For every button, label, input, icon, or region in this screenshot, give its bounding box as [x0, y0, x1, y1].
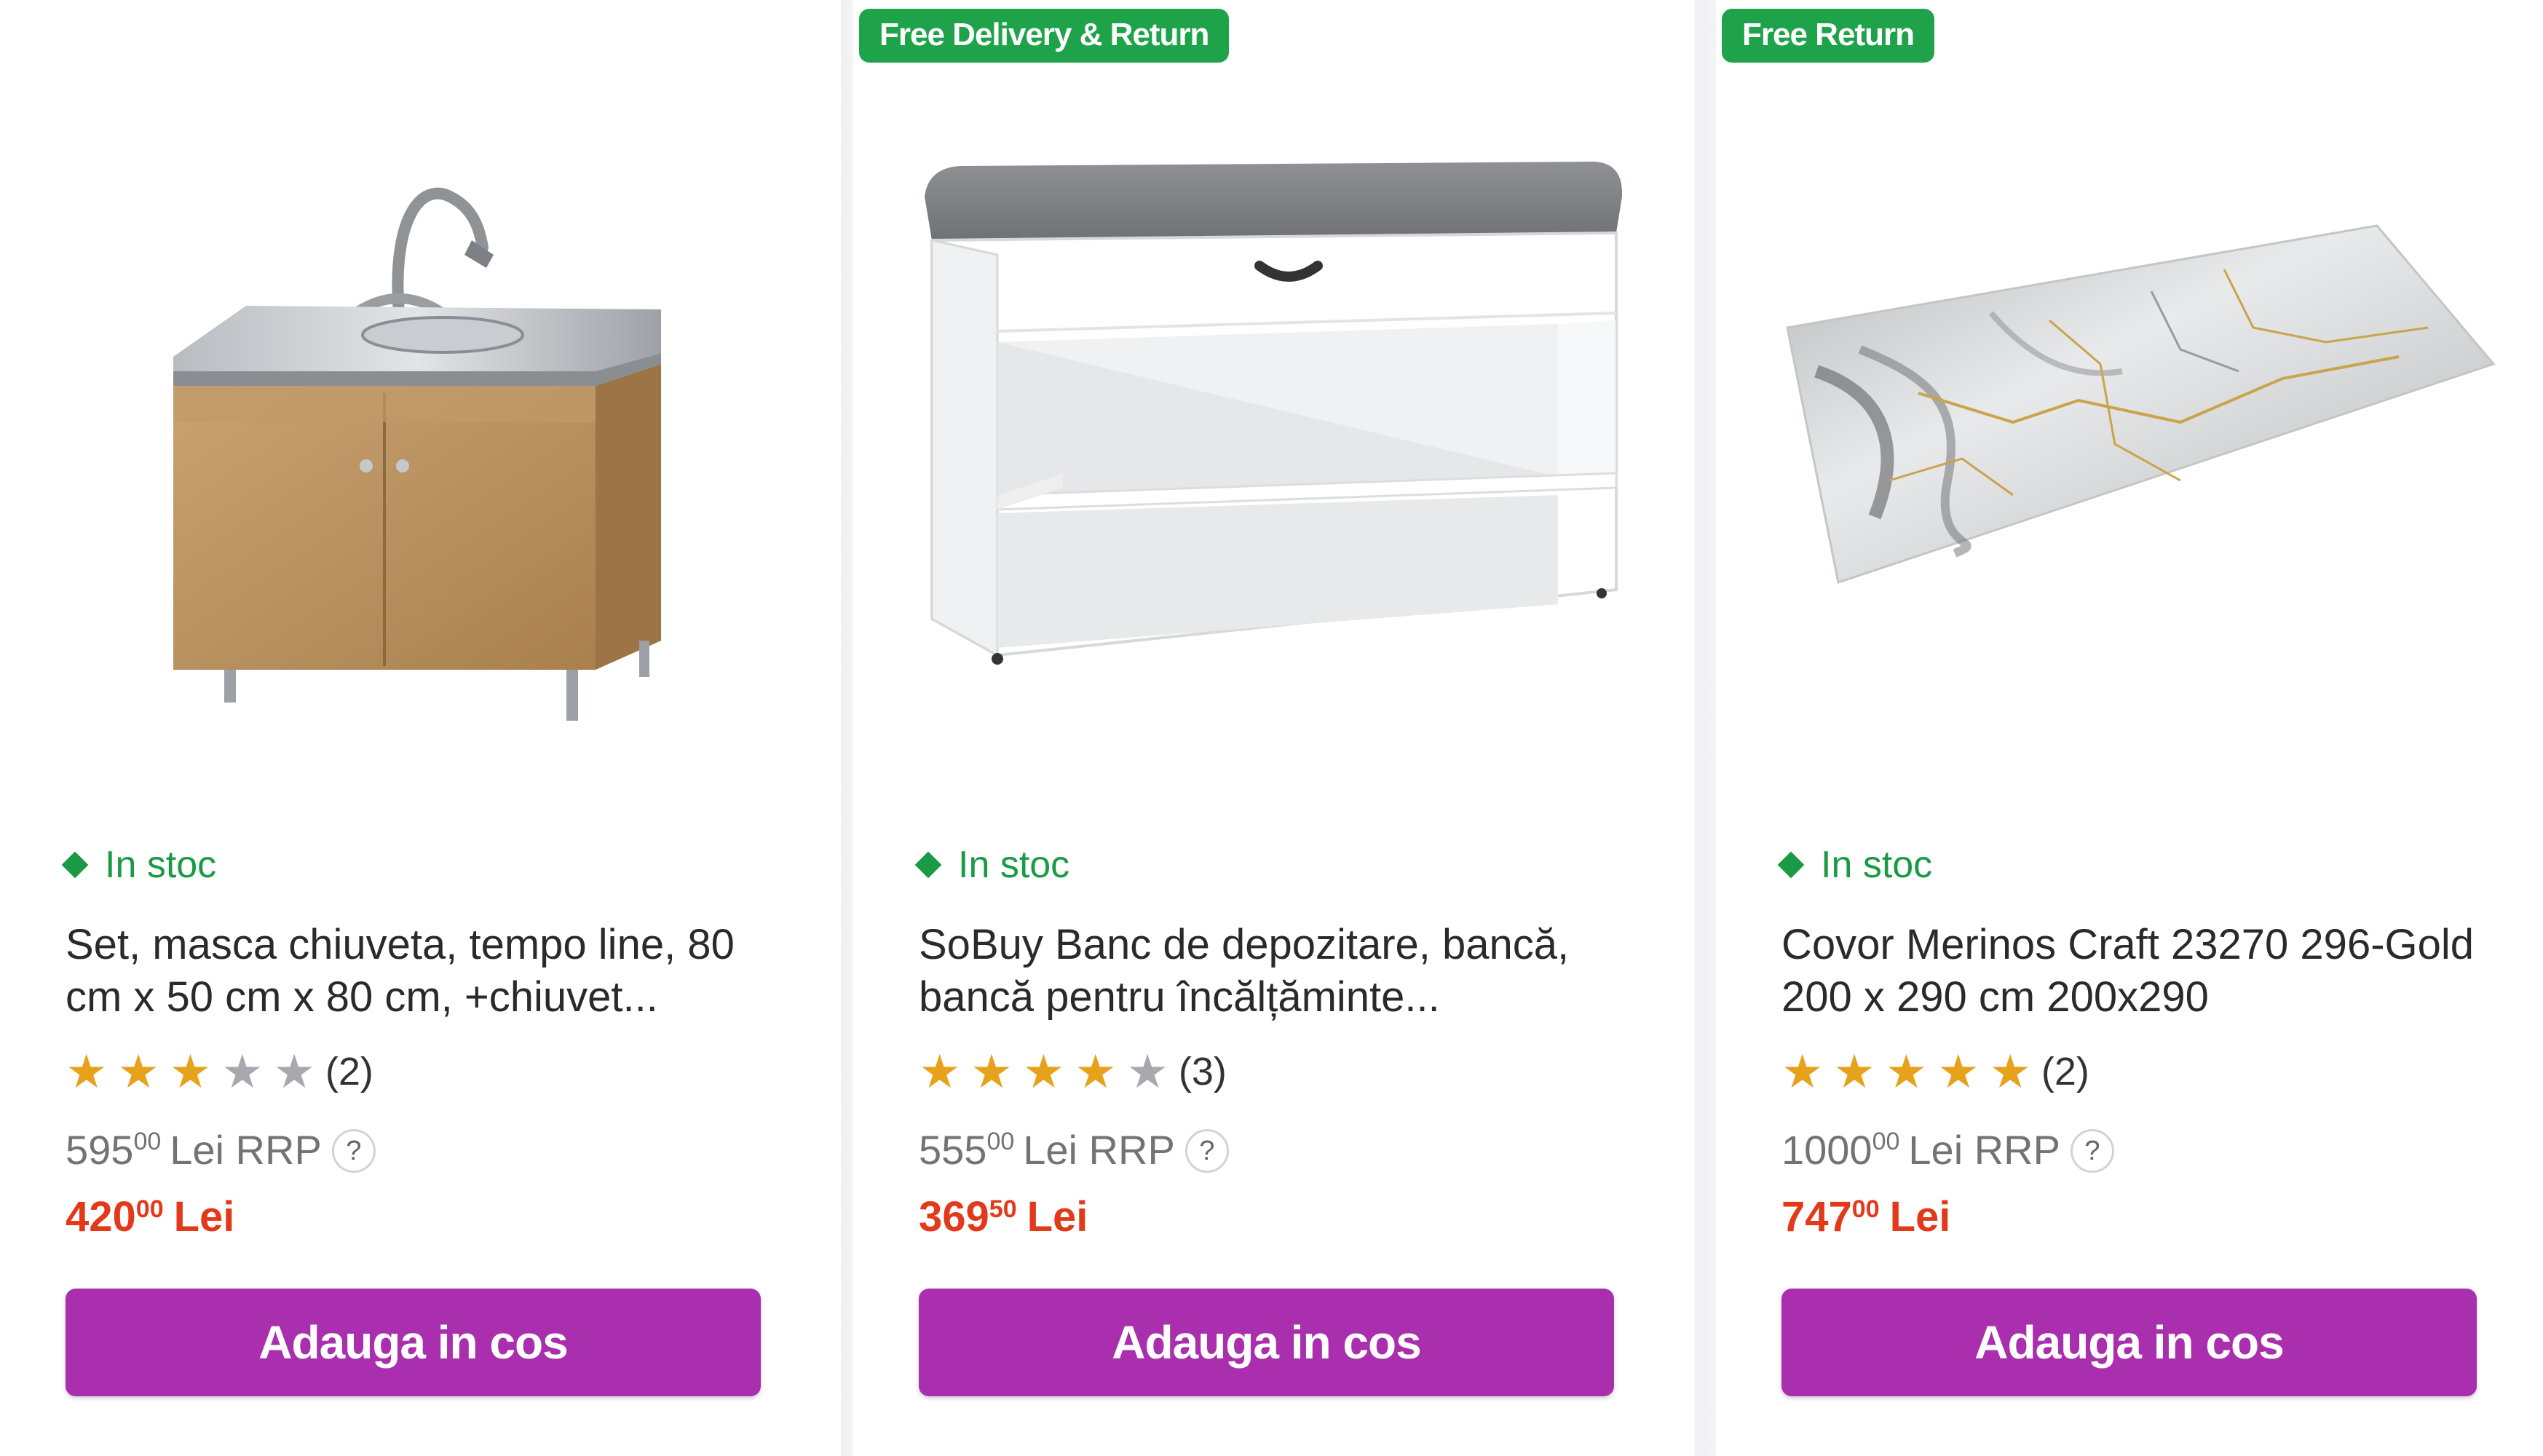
- price-currency: Lei: [1027, 1193, 1088, 1241]
- star-icon: ★: [1075, 1045, 1117, 1098]
- add-to-cart-button[interactable]: Adauga in cos: [1781, 1289, 2477, 1396]
- rrp-label: Lei RRP: [1023, 1127, 1175, 1173]
- product-card[interactable]: Free Delivery & Return In stoc SoBuy Ban…: [853, 0, 1694, 1456]
- card-divider: [1694, 0, 1716, 1456]
- rrp-decimals: 00: [986, 1128, 1015, 1155]
- star-icon: ★: [1022, 1045, 1065, 1098]
- price-decimals: 50: [989, 1195, 1017, 1223]
- marble-rug-icon: [1785, 224, 2496, 584]
- rating-count: (2): [325, 1050, 373, 1093]
- help-icon[interactable]: ?: [2070, 1129, 2114, 1173]
- rating[interactable]: ★ ★ ★ ★ ★ (2): [1781, 1048, 2089, 1095]
- shoe-storage-bench-icon: [924, 162, 1622, 665]
- price-decimals: 00: [135, 1195, 164, 1223]
- rrp-price: 555 00 Lei RRP ?: [919, 1126, 1229, 1174]
- sale-price: 369 50 Lei: [919, 1192, 1088, 1241]
- stock-status: In stoc: [61, 843, 217, 887]
- rrp-integer: 555: [919, 1127, 987, 1173]
- rrp-integer: 1000: [1781, 1127, 1872, 1173]
- free-return-badge: Free Return: [1722, 9, 1934, 63]
- star-icon: ★: [1989, 1045, 2031, 1098]
- rating-count: (2): [2041, 1050, 2089, 1093]
- help-icon[interactable]: ?: [1185, 1129, 1229, 1173]
- star-icon: ★: [1885, 1045, 1928, 1098]
- help-icon[interactable]: ?: [331, 1129, 376, 1173]
- product-card[interactable]: In stoc Set, masca chiuveta, tempo line,…: [0, 0, 841, 1456]
- kitchen-sink-cabinet-icon: [173, 187, 661, 721]
- stock-label: In stoc: [1821, 844, 1933, 886]
- star-icon: ★: [221, 1045, 264, 1098]
- product-image[interactable]: [882, 66, 1665, 794]
- rating[interactable]: ★ ★ ★ ★ ★ (2): [66, 1048, 373, 1095]
- sale-price: 747 00 Lei: [1781, 1192, 1950, 1241]
- star-icon: ★: [1937, 1045, 1980, 1098]
- rrp-label: Lei RRP: [1908, 1127, 2060, 1173]
- product-title[interactable]: Set, masca chiuveta, tempo line, 80 cm x…: [66, 919, 801, 1024]
- add-to-cart-button[interactable]: Adauga in cos: [66, 1289, 761, 1396]
- star-icon: ★: [117, 1045, 159, 1098]
- price-currency: Lei: [1889, 1193, 1951, 1241]
- price-integer: 420: [66, 1193, 136, 1241]
- star-icon: ★: [1126, 1045, 1168, 1098]
- stock-status: In stoc: [914, 843, 1070, 887]
- add-to-cart-button[interactable]: Adauga in cos: [919, 1289, 1614, 1396]
- star-icon: ★: [1781, 1045, 1824, 1098]
- product-image[interactable]: [29, 66, 812, 794]
- product-title[interactable]: SoBuy Banc de depozitare, bancă, bancă p…: [919, 919, 1654, 1024]
- rrp-label: Lei RRP: [170, 1127, 322, 1173]
- rating[interactable]: ★ ★ ★ ★ ★ (3): [919, 1048, 1227, 1095]
- star-icon: ★: [1833, 1045, 1875, 1098]
- stock-label: In stoc: [958, 844, 1070, 886]
- price-currency: Lei: [173, 1193, 235, 1241]
- star-icon: ★: [919, 1045, 961, 1098]
- in-stock-icon: [914, 851, 942, 879]
- product-grid: In stoc Set, masca chiuveta, tempo line,…: [0, 0, 2543, 1456]
- star-icon: ★: [169, 1045, 212, 1098]
- sale-price: 420 00 Lei: [66, 1192, 234, 1241]
- rrp-decimals: 00: [133, 1128, 162, 1155]
- price-decimals: 00: [1851, 1195, 1880, 1223]
- free-delivery-badge: Free Delivery & Return: [859, 9, 1230, 63]
- product-image[interactable]: [1745, 66, 2528, 794]
- rrp-price: 1000 00 Lei RRP ?: [1781, 1126, 2114, 1174]
- star-icon: ★: [273, 1045, 315, 1098]
- in-stock-icon: [1777, 851, 1805, 879]
- rating-count: (3): [1178, 1050, 1227, 1093]
- rrp-price: 595 00 Lei RRP ?: [66, 1126, 376, 1174]
- rrp-decimals: 00: [1872, 1128, 1900, 1155]
- rrp-integer: 595: [66, 1127, 134, 1173]
- in-stock-icon: [61, 851, 89, 879]
- product-card[interactable]: Free Return In stoc Covor Merinos Craft …: [1716, 0, 2543, 1456]
- price-integer: 369: [919, 1193, 989, 1241]
- product-title[interactable]: Covor Merinos Craft 23270 296-Gold 200 x…: [1781, 919, 2517, 1024]
- star-icon: ★: [66, 1045, 108, 1098]
- stock-label: In stoc: [105, 844, 217, 886]
- stock-status: In stoc: [1777, 843, 1933, 887]
- star-icon: ★: [970, 1045, 1013, 1098]
- price-integer: 747: [1781, 1193, 1852, 1241]
